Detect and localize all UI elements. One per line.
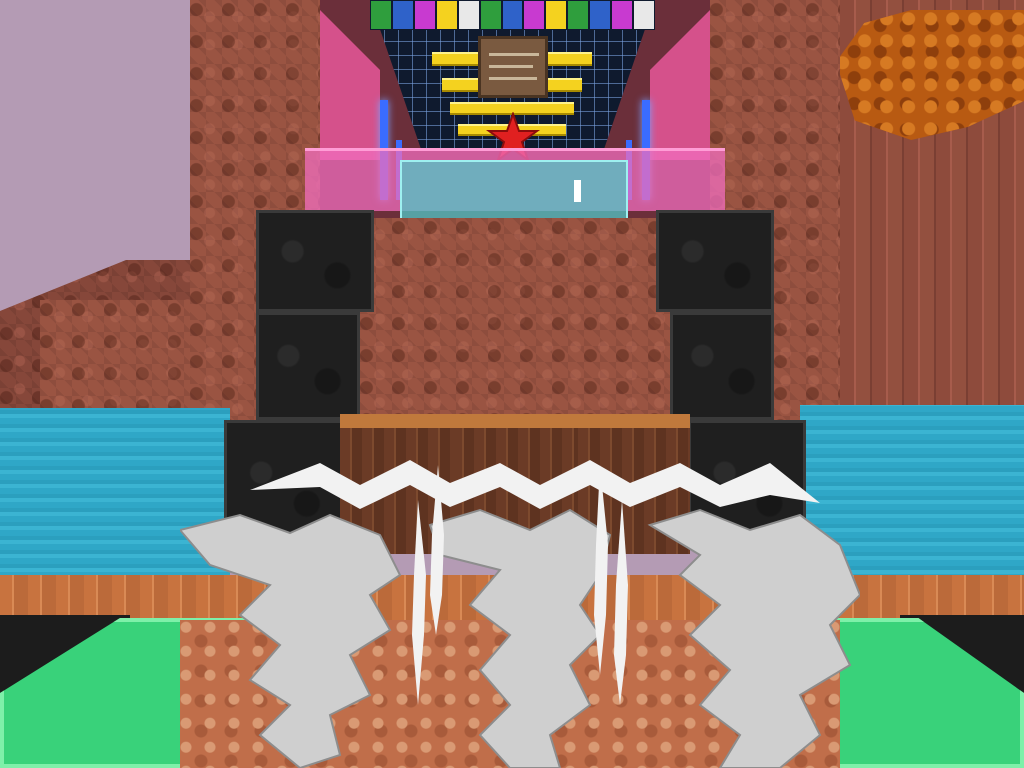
sign-board[interactable] [478, 36, 548, 98]
game-viewport[interactable] [0, 0, 1024, 768]
black-block-right-top [656, 210, 774, 312]
black-block-left-mid [256, 312, 360, 420]
ceiling-lights-row [370, 0, 655, 30]
front-brick-wall [360, 218, 670, 418]
black-block-left-top [256, 210, 374, 312]
held-item [180, 460, 860, 768]
white-marker [574, 180, 581, 202]
cyan-glass-panel [400, 160, 628, 220]
black-block-right-mid [670, 312, 774, 420]
